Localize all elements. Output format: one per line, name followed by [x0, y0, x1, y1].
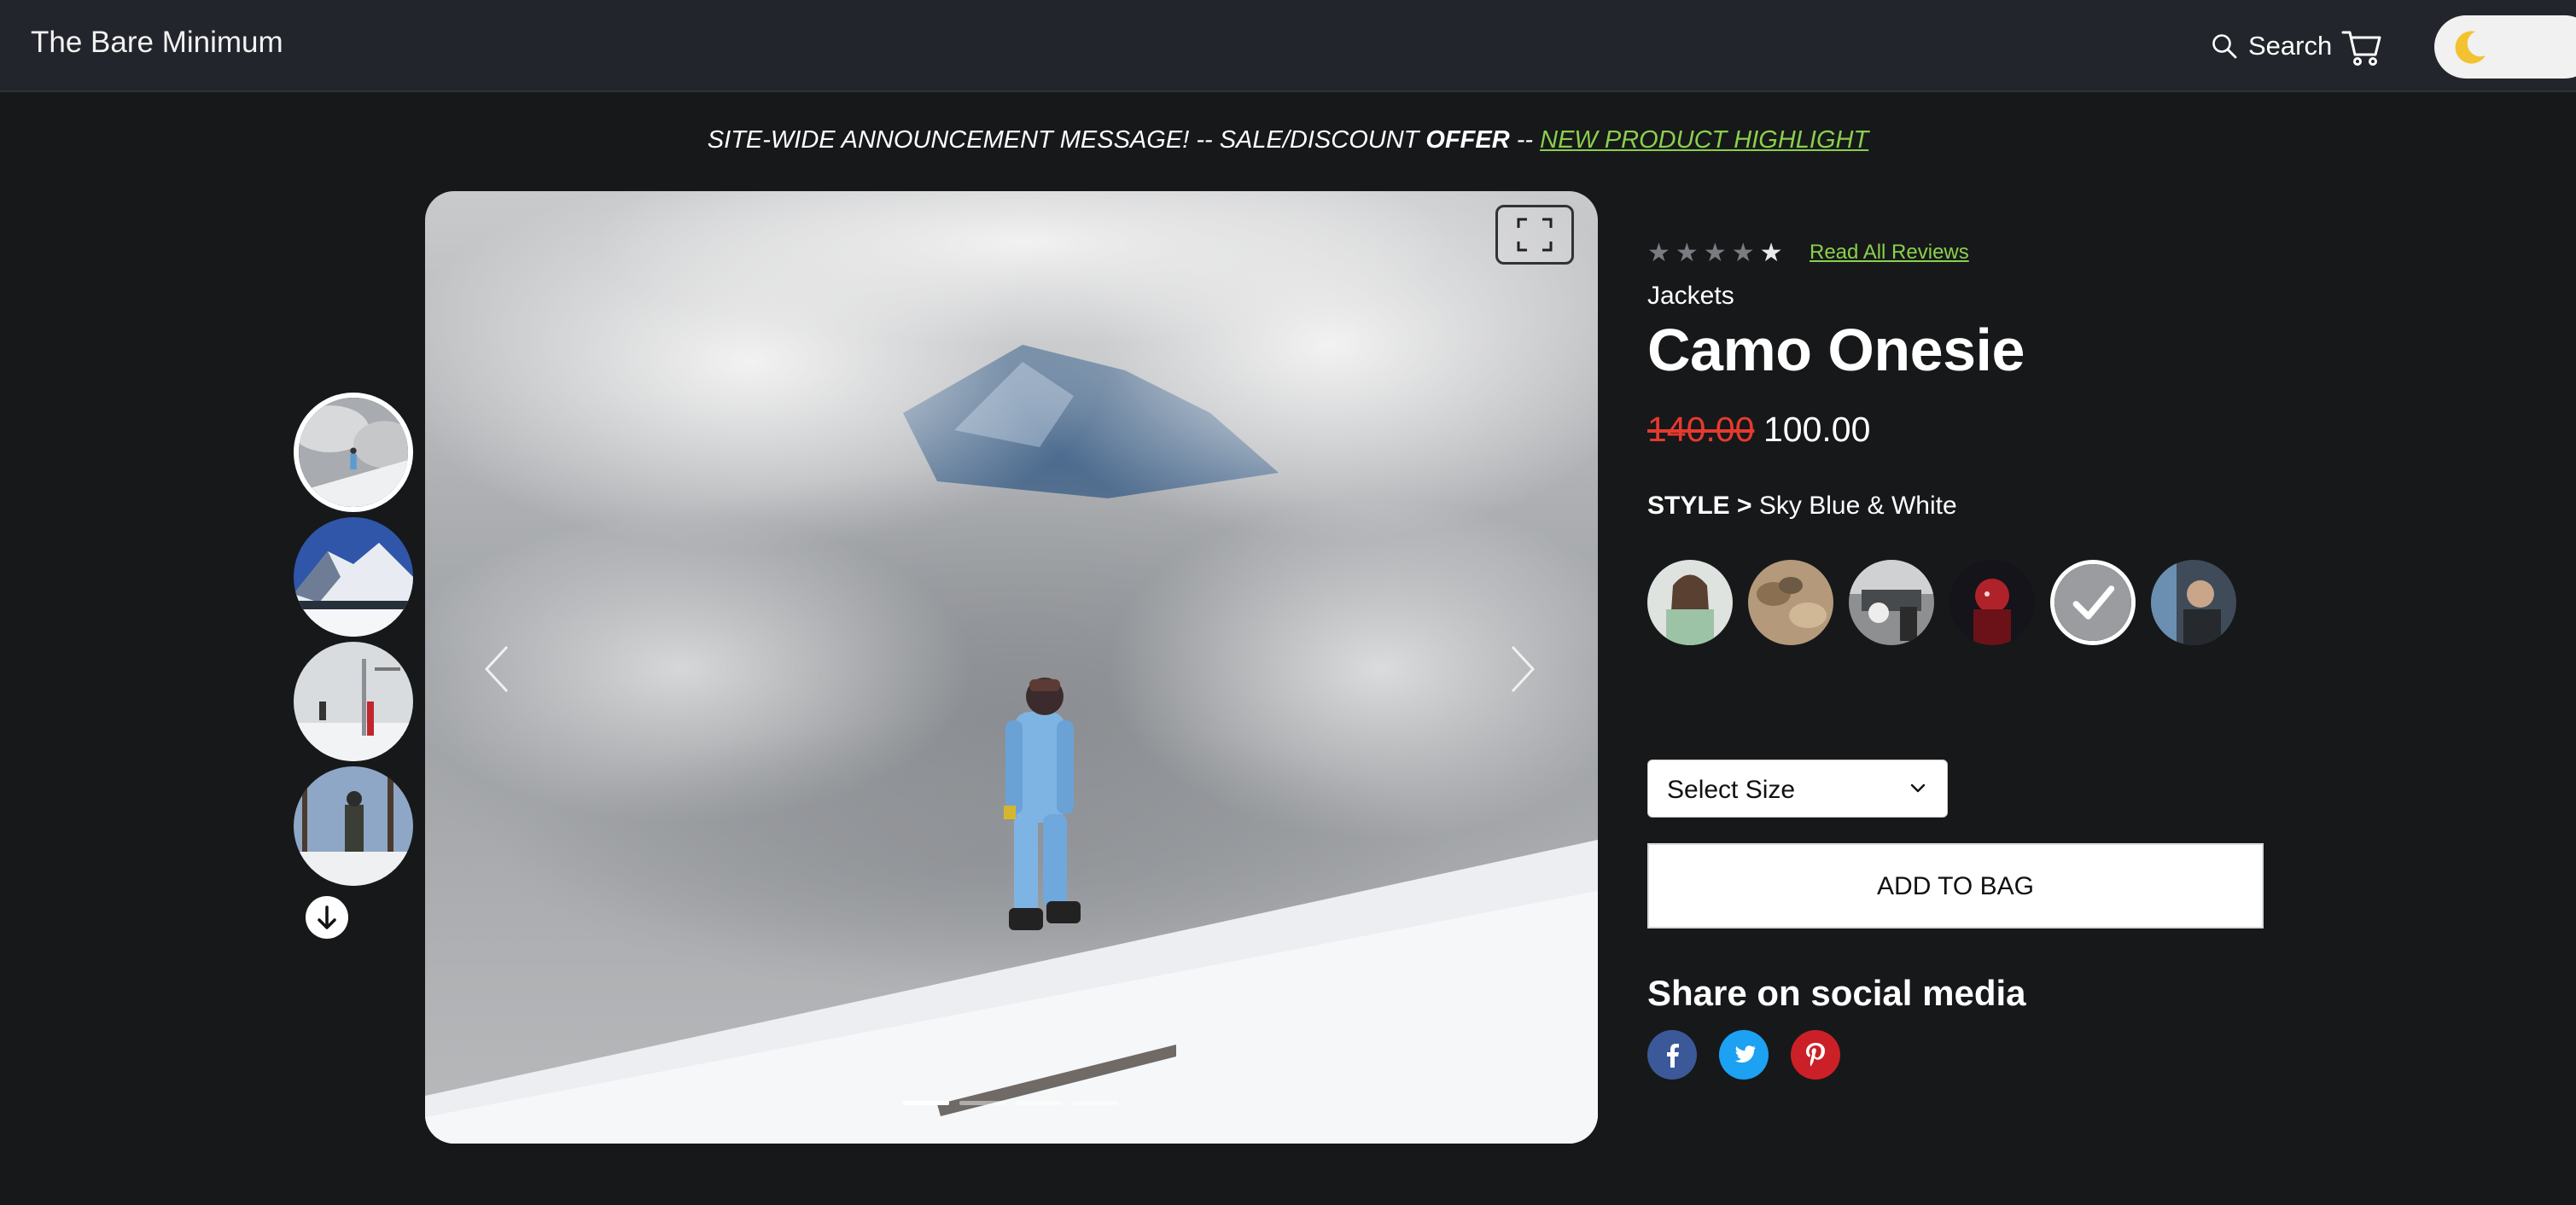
read-reviews-link[interactable]: Read All Reviews — [1810, 241, 1969, 265]
share-heading: Share on social media — [1647, 973, 2026, 1013]
facebook-icon — [1647, 1030, 1697, 1080]
rating-stars: ★ ★ ★ ★ ★ — [1647, 241, 1783, 266]
pinterest-icon — [1791, 1030, 1840, 1080]
add-to-bag-button[interactable]: ADD TO BAG — [1647, 843, 2264, 928]
star-icon: ★ — [1731, 239, 1755, 267]
slide-indicator[interactable] — [1072, 1101, 1118, 1105]
slide-indicator[interactable] — [959, 1101, 1005, 1105]
fullscreen-button[interactable] — [1495, 205, 1574, 265]
moon-icon — [2455, 31, 2486, 64]
chevron-left-icon — [484, 645, 509, 693]
cart-icon[interactable] — [2340, 26, 2383, 68]
chevron-right-icon — [1511, 645, 1536, 693]
star-icon: ★ — [1675, 239, 1699, 267]
thumbnails-scroll-down-button[interactable] — [306, 896, 348, 939]
expand-icon — [1517, 218, 1553, 252]
snowboarder-photo — [425, 191, 1598, 1144]
product-title: Camo Onesie — [1647, 317, 2025, 383]
star-icon: ★ — [1703, 239, 1727, 267]
swatch-model-green[interactable] — [1647, 560, 1733, 645]
swatch-street-bw[interactable] — [1849, 560, 1934, 645]
prev-image-button[interactable] — [475, 635, 526, 703]
brand-logo[interactable]: The Bare Minimum — [31, 26, 283, 60]
slide-indicators — [903, 1101, 1118, 1105]
star-icon: ★ — [1759, 239, 1783, 267]
style-label-row: STYLE > Sky Blue & White — [1647, 492, 1957, 521]
swatch-blue-grey[interactable] — [2151, 560, 2236, 645]
share-pinterest-button[interactable] — [1791, 1030, 1840, 1080]
swatch-sky-blue-white[interactable] — [2050, 560, 2136, 645]
announcement-text: SITE-WIDE ANNOUNCEMENT MESSAGE! -- SALE/… — [707, 126, 1426, 154]
slide-indicator[interactable] — [1016, 1101, 1062, 1105]
announcement-offer: OFFER — [1425, 126, 1510, 154]
thumbnail-mountain[interactable] — [294, 517, 413, 637]
thumbnail-snowboarder[interactable] — [294, 393, 413, 512]
product-category[interactable]: Jackets — [1647, 282, 1734, 311]
star-icon: ★ — [1647, 239, 1670, 267]
product-info-panel: ★ ★ ★ ★ ★ Read All Reviews Jackets Camo … — [1647, 0, 2330, 1205]
twitter-icon — [1719, 1030, 1769, 1080]
size-select[interactable]: Select Size — [1647, 760, 1948, 818]
thumbnail-ski-lift[interactable] — [294, 642, 413, 761]
original-price: 140.00 — [1647, 410, 1755, 449]
slide-indicator[interactable] — [903, 1101, 949, 1105]
product-main-image[interactable] — [425, 191, 1598, 1144]
thumbnail-hiker[interactable] — [294, 766, 413, 886]
arrow-down-icon — [318, 905, 336, 929]
swatch-camo-tan[interactable] — [1748, 560, 1833, 645]
style-value: Sky Blue & White — [1758, 492, 1957, 520]
share-facebook-button[interactable] — [1647, 1030, 1697, 1080]
next-image-button[interactable] — [1494, 635, 1545, 703]
announcement-separator: -- — [1509, 126, 1541, 154]
sale-price: 100.00 — [1763, 410, 1871, 449]
size-select-value: Select Size — [1667, 776, 1796, 804]
chevron-down-icon — [1910, 783, 1926, 793]
swatch-red-dark[interactable] — [1949, 560, 2035, 645]
theme-toggle[interactable] — [2434, 15, 2576, 79]
style-label: STYLE > — [1647, 492, 1752, 520]
share-twitter-button[interactable] — [1719, 1030, 1769, 1080]
